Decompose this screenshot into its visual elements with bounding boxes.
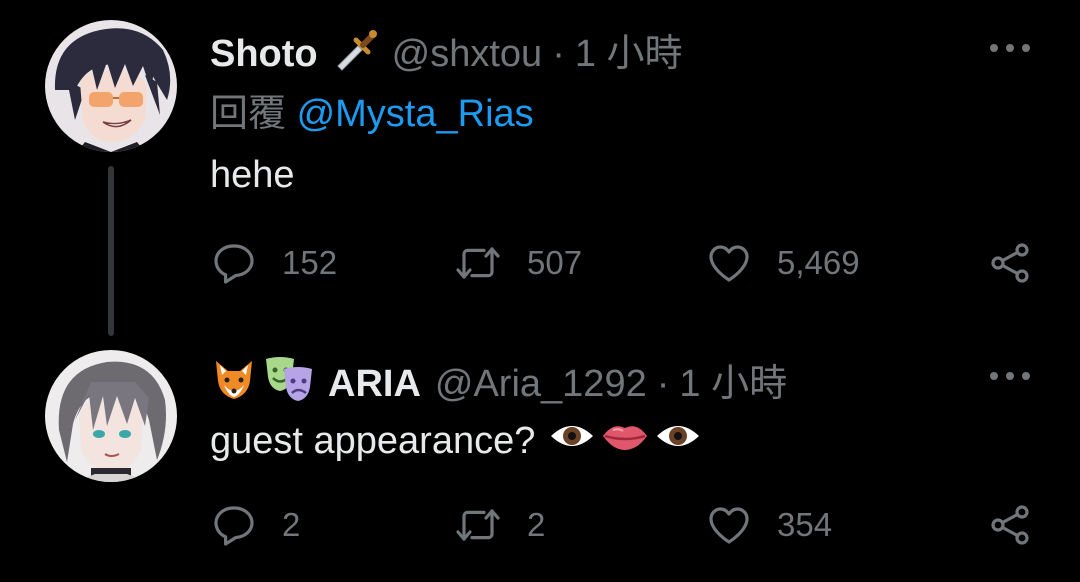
heart-icon [709, 245, 749, 282]
timestamp[interactable]: 1 小時 [679, 362, 787, 406]
retweet-count: 507 [527, 244, 583, 281]
tweet-text-content: hehe [210, 154, 295, 196]
tweet-text: guest appearance? [210, 416, 701, 466]
user-handle[interactable]: @Aria_1292 [435, 362, 647, 406]
tweet-text: hehe [210, 153, 295, 197]
more-dots-icon[interactable] [990, 43, 1030, 53]
share-button[interactable] [986, 500, 1034, 550]
share-icon [991, 243, 1029, 283]
heart-icon [709, 507, 749, 544]
share-button[interactable] [986, 238, 1034, 288]
reply-count: 2 [282, 506, 301, 543]
user-handle[interactable]: @shxtou [392, 32, 543, 76]
lips-emoji [601, 416, 649, 466]
like-count: 354 [777, 506, 833, 543]
timestamp[interactable]: 1 小時 [575, 32, 683, 76]
like-button[interactable]: 5,469 [705, 238, 860, 288]
speech-bubble-icon [214, 244, 254, 284]
reply-prefix: 回覆 [210, 93, 287, 135]
tweet-actions: 2 2 354 [210, 500, 1040, 550]
reply-button[interactable]: 2 [210, 500, 300, 550]
tweet-header: ARIA @Aria_1292 · 1 小時 [210, 355, 787, 413]
retweet-button[interactable]: 2 [453, 500, 545, 550]
fox-emoji [210, 355, 258, 413]
retweet-count: 2 [527, 506, 546, 543]
reply-count: 152 [282, 244, 338, 281]
retweet-arrows-icon [456, 247, 500, 279]
performing-arts-emoji [262, 355, 316, 413]
dagger-emoji [332, 26, 378, 82]
speech-bubble-icon [214, 506, 254, 546]
eye-emoji [549, 416, 595, 466]
like-count: 5,469 [777, 244, 860, 281]
tweet-text-content: guest appearance? [210, 420, 536, 462]
tweet[interactable]: ARIA @Aria_1292 · 1 小時 guest appearance? [0, 340, 1080, 582]
display-name[interactable]: Shoto [210, 32, 318, 76]
retweet-button[interactable]: 507 [453, 238, 582, 288]
display-name[interactable]: ARIA [328, 362, 421, 406]
avatar[interactable] [45, 350, 177, 482]
retweet-arrows-icon [456, 509, 500, 541]
separator-dot: · [656, 363, 670, 405]
tweet-header: Shoto @shxtou · 1 小時 [210, 26, 683, 82]
reply-context: 回覆 @Mysta_Rias [210, 92, 534, 136]
more-dots-icon[interactable] [990, 371, 1030, 381]
thread-connector [108, 166, 114, 336]
like-button[interactable]: 354 [705, 500, 832, 550]
avatar[interactable] [45, 20, 177, 152]
tweet[interactable]: Shoto @shxtou · 1 小時 回覆 @Mysta_Rias hehe… [0, 0, 1080, 336]
separator-dot: · [552, 33, 565, 75]
tweet-actions: 152 507 5,469 [210, 238, 1040, 288]
share-icon [991, 505, 1029, 545]
eye-emoji [655, 416, 701, 466]
reply-button[interactable]: 152 [210, 238, 337, 288]
mention-link[interactable]: @Mysta_Rias [297, 93, 534, 135]
